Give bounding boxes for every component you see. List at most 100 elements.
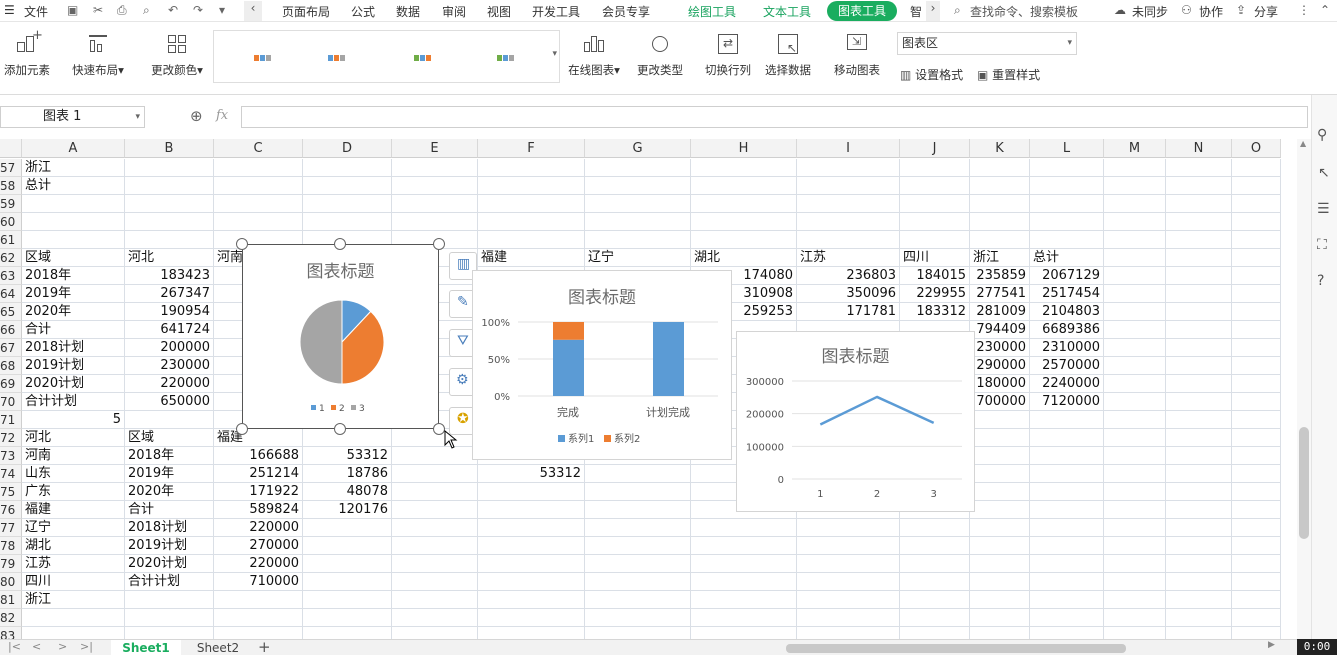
grid-cell[interactable]: [1030, 627, 1104, 639]
grid-cell[interactable]: [1166, 627, 1232, 639]
grid-cell[interactable]: 220000: [125, 375, 214, 393]
scroll-right-icon[interactable]: ›: [926, 1, 940, 21]
grid-cell[interactable]: [392, 591, 478, 609]
tab-text-tools[interactable]: 文本工具: [763, 3, 811, 20]
row-header[interactable]: 65: [0, 303, 22, 321]
grid-cell[interactable]: 区域: [22, 249, 125, 267]
grid-cell[interactable]: [125, 177, 214, 195]
grid-cell[interactable]: [1104, 375, 1166, 393]
grid-cell[interactable]: [1232, 267, 1281, 285]
grid-cell[interactable]: [1232, 231, 1281, 249]
grid-cell[interactable]: [392, 627, 478, 639]
grid-cell[interactable]: [214, 213, 303, 231]
row-header[interactable]: 68: [0, 357, 22, 375]
grid-cell[interactable]: [303, 519, 392, 537]
tab-data[interactable]: 数据: [396, 3, 420, 20]
grid-cell[interactable]: [1232, 339, 1281, 357]
grid-cell[interactable]: 2570000: [1030, 357, 1104, 375]
grid-cell[interactable]: 251214: [214, 465, 303, 483]
grid-cell[interactable]: [1104, 267, 1166, 285]
save-icon[interactable]: ▣: [67, 3, 78, 17]
grid-cell[interactable]: [1232, 537, 1281, 555]
grid-cell[interactable]: 广东: [22, 483, 125, 501]
grid-cell[interactable]: [22, 231, 125, 249]
grid-cell[interactable]: [1104, 537, 1166, 555]
grid-cell[interactable]: [1232, 591, 1281, 609]
grid-cell[interactable]: [585, 213, 691, 231]
spreadsheet-grid[interactable]: ABCDEFGHIJKLMNO 57 浙江 58 总计 59 60 61 62 区域 河北 河南 福建…: [0, 139, 1297, 639]
grid-cell[interactable]: [1166, 303, 1232, 321]
grid-cell[interactable]: [392, 195, 478, 213]
grid-cell[interactable]: [1030, 519, 1104, 537]
grid-cell[interactable]: [970, 429, 1030, 447]
grid-cell[interactable]: [478, 195, 585, 213]
grid-cell[interactable]: [1232, 357, 1281, 375]
grid-cell[interactable]: [1030, 447, 1104, 465]
grid-cell[interactable]: [797, 519, 900, 537]
grid-cell[interactable]: [392, 447, 478, 465]
grid-cell[interactable]: [214, 177, 303, 195]
grid-cell[interactable]: [585, 465, 691, 483]
resize-handle[interactable]: [334, 423, 346, 435]
grid-cell[interactable]: [585, 231, 691, 249]
grid-cell[interactable]: [303, 537, 392, 555]
column-header[interactable]: O: [1232, 139, 1281, 158]
column-header[interactable]: C: [214, 139, 303, 158]
grid-cell[interactable]: [303, 429, 392, 447]
tab-formula[interactable]: 公式: [351, 3, 375, 20]
fx-icon[interactable]: fx: [216, 108, 228, 123]
set-format-button[interactable]: ▥ 设置格式: [900, 66, 963, 83]
grid-cell[interactable]: 184015: [900, 267, 970, 285]
grid-cell[interactable]: [691, 213, 797, 231]
grid-cell[interactable]: [797, 609, 900, 627]
grid-cell[interactable]: [214, 591, 303, 609]
move-chart-button[interactable]: ⇲ 移动图表: [831, 32, 883, 78]
grid-cell[interactable]: 290000: [970, 357, 1030, 375]
grid-cell[interactable]: [1104, 249, 1166, 267]
grid-cell[interactable]: [970, 555, 1030, 573]
grid-cell[interactable]: 2020计划: [125, 555, 214, 573]
grid-cell[interactable]: 794409: [970, 321, 1030, 339]
grid-cell[interactable]: [1166, 573, 1232, 591]
grid-cell[interactable]: [1104, 411, 1166, 429]
grid-cell[interactable]: [970, 213, 1030, 231]
column-header[interactable]: J: [900, 139, 970, 158]
grid-cell[interactable]: 200000: [125, 339, 214, 357]
row-header[interactable]: 60: [0, 213, 22, 231]
grid-cell[interactable]: 浙江: [970, 249, 1030, 267]
grid-cell[interactable]: [585, 627, 691, 639]
column-header[interactable]: I: [797, 139, 900, 158]
menu-icon[interactable]: ☰: [4, 3, 15, 17]
quick-layout-button[interactable]: 快速布局▾: [69, 32, 127, 78]
tab-member[interactable]: 会员专享: [602, 3, 650, 20]
grid-cell[interactable]: 48078: [303, 483, 392, 501]
grid-cell[interactable]: [1104, 465, 1166, 483]
grid-cell[interactable]: [1166, 429, 1232, 447]
grid-cell[interactable]: [1030, 591, 1104, 609]
row-header[interactable]: 74: [0, 465, 22, 483]
grid-cell[interactable]: [1030, 609, 1104, 627]
customize-icon[interactable]: ▾: [219, 3, 225, 17]
grid-cell[interactable]: [585, 159, 691, 177]
tab-review[interactable]: 审阅: [442, 3, 466, 20]
grid-cell[interactable]: [1030, 555, 1104, 573]
column-header[interactable]: H: [691, 139, 797, 158]
grid-cell[interactable]: 2020年: [125, 483, 214, 501]
grid-cell[interactable]: 2018年: [22, 267, 125, 285]
row-header[interactable]: 57: [0, 159, 22, 177]
row-header[interactable]: 72: [0, 429, 22, 447]
grid-cell[interactable]: [478, 177, 585, 195]
grid-cell[interactable]: [1232, 321, 1281, 339]
grid-cell[interactable]: [1030, 573, 1104, 591]
grid-cell[interactable]: 辽宁: [22, 519, 125, 537]
grid-cell[interactable]: [970, 501, 1030, 519]
grid-cell[interactable]: 190954: [125, 303, 214, 321]
grid-cell[interactable]: 江苏: [797, 249, 900, 267]
grid-cell[interactable]: [1166, 195, 1232, 213]
resize-handle[interactable]: [334, 238, 346, 250]
grid-cell[interactable]: 270000: [214, 537, 303, 555]
grid-cell[interactable]: [303, 555, 392, 573]
grid-cell[interactable]: [797, 573, 900, 591]
add-sheet-button[interactable]: +: [258, 638, 271, 655]
tab-page-layout[interactable]: 页面布局: [282, 3, 330, 20]
